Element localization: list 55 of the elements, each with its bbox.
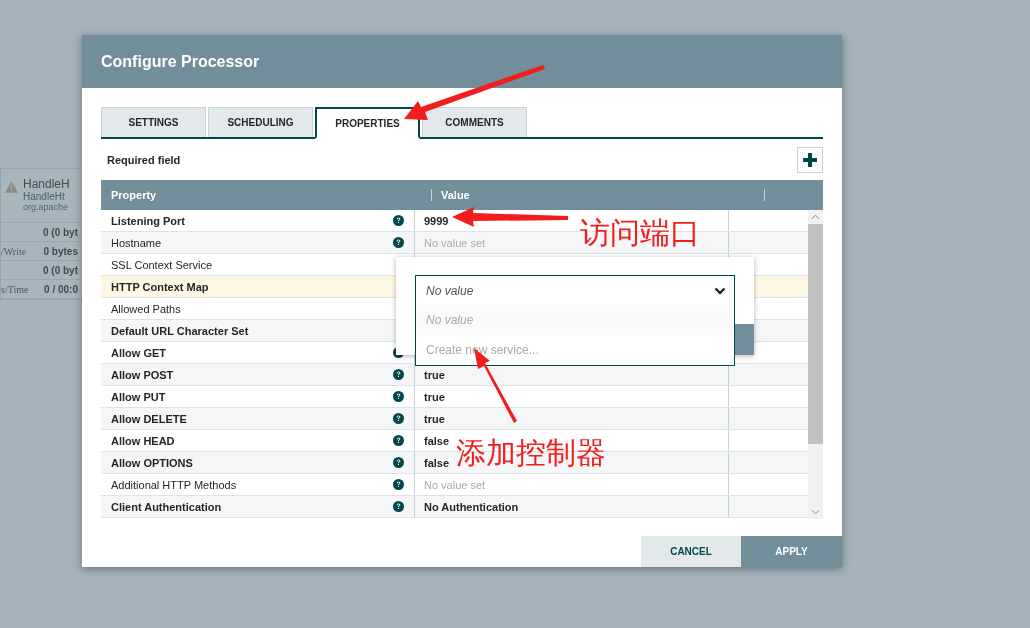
help-icon[interactable] <box>393 435 404 446</box>
property-name: Allow GET <box>111 346 166 359</box>
help-icon[interactable] <box>393 391 404 402</box>
node-bundle: org.apache <box>23 202 70 212</box>
property-name: Allow OPTIONS <box>111 456 193 469</box>
property-value[interactable]: false <box>424 456 450 469</box>
property-name: Allow DELETE <box>111 412 187 425</box>
property-name: HTTP Context Map <box>111 280 209 293</box>
property-value[interactable]: 9999 <box>424 214 449 227</box>
annotation-label: 添加控制器 <box>456 438 606 468</box>
column-header: Property <box>101 189 432 201</box>
tab[interactable]: SCHEDULING <box>208 107 313 137</box>
property-name: Listening Port <box>111 214 185 227</box>
stat-value: 0 bytes <box>43 245 78 257</box>
tab[interactable]: COMMENTS <box>422 107 527 137</box>
property-name: Allow PUT <box>111 390 166 403</box>
tab[interactable]: PROPERTIES <box>315 107 420 139</box>
stat-label: s/Time <box>1 283 29 295</box>
property-name: Additional HTTP Methods <box>111 478 237 491</box>
stat-value: 0 / 00:0 <box>44 283 78 295</box>
property-name: Default URL Character Set <box>111 324 249 337</box>
property-name: Allowed Paths <box>111 302 181 315</box>
column-header: Value <box>432 189 765 201</box>
node-type: HandleHt <box>23 191 66 202</box>
property-name: Allow HEAD <box>111 434 175 447</box>
property-value[interactable]: true <box>424 412 445 425</box>
help-icon[interactable] <box>393 413 404 424</box>
stat-label: /Write <box>1 245 27 257</box>
help-icon[interactable] <box>393 215 404 226</box>
property-name: Hostname <box>111 236 162 249</box>
stat-value: 0 (0 byt <box>43 226 78 238</box>
cancel-button[interactable]: CANCEL <box>641 536 741 567</box>
add-property-button[interactable] <box>797 146 823 173</box>
property-value[interactable]: No Authentication <box>424 500 519 513</box>
node-title: HandleH <box>23 177 70 191</box>
help-icon[interactable] <box>393 237 404 248</box>
property-name: SSL Context Service <box>111 258 213 271</box>
required-field-note: Required field <box>106 153 181 166</box>
help-icon[interactable] <box>393 369 404 380</box>
property-value[interactable]: false <box>424 434 450 447</box>
dropdown-value: No value <box>426 283 474 298</box>
property-value[interactable]: true <box>424 390 445 403</box>
warning-icon <box>5 181 18 193</box>
help-icon[interactable] <box>393 457 404 468</box>
stat-value: 0 (0 byt <box>43 264 78 276</box>
plus-icon <box>803 152 817 167</box>
help-icon[interactable] <box>393 479 404 490</box>
chevron-down-icon <box>714 286 726 295</box>
help-icon[interactable] <box>393 501 404 512</box>
tab[interactable]: SETTINGS <box>101 107 206 137</box>
property-name: Client Authentication <box>111 500 222 513</box>
property-name: Allow POST <box>111 368 174 381</box>
dialog-title: Configure Processor <box>101 52 260 71</box>
annotation-label: 访问端口 <box>580 218 700 248</box>
property-value[interactable]: true <box>424 368 445 381</box>
